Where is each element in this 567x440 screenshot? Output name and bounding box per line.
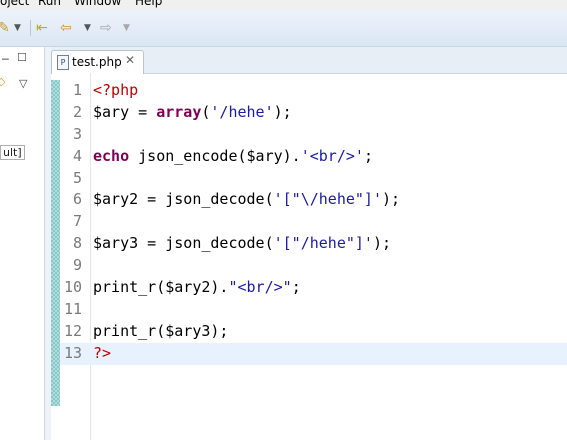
code-token: $ary3 [93,234,139,253]
code-text: echo json_encode($ary).'<br/>'; [93,146,373,168]
line-number: 2 [72,102,82,121]
menu-help[interactable]: Help [135,0,162,8]
editor-tab-bar: P test.php ✕ [51,47,567,74]
code-token: print_r( [93,278,166,297]
code-line[interactable]: 10 print_r($ary2)."<br/>"; [60,277,567,299]
code-token: "<br/>" [228,278,292,297]
change-indicator-bar [51,80,60,406]
code-token: '["/hehe"]' [273,234,373,253]
code-text: <?php [93,80,138,102]
code-text: ?> [93,343,111,365]
code-token: <?php [93,81,139,99]
code-token: print_r( [93,321,166,340]
line-number: 5 [72,168,82,187]
code-text: $ary2 = json_decode('["\/hehe"]'); [93,189,400,211]
code-token: $ary [93,102,130,121]
code-token: json_encode( [129,146,247,165]
code-area[interactable]: 1 <?php 2 $ary = array('/hehe'); 3 4 echo json… [60,80,567,365]
code-line[interactable]: 1 <?php [60,80,567,102]
code-line[interactable]: 13 ?> [60,342,567,365]
forward-dropdown-icon[interactable]: ▼ [123,20,130,36]
forward-icon[interactable]: ⇨ [100,20,112,36]
diamond-icon: ◇ [0,75,6,88]
maximize-icon[interactable]: ☐ [17,51,27,64]
code-token: $ary2 [93,190,139,209]
code-token: = json_decode( [138,190,274,209]
line-number: 3 [72,124,82,143]
code-token: $ary [246,146,283,165]
line-number: 4 [72,146,82,165]
code-token: = [129,102,157,121]
code-line[interactable]: 8 $ary3 = json_decode('["/hehe"]'); [60,233,567,255]
code-token: echo [93,146,130,165]
code-token: ?> [93,343,112,362]
toolbar: ✎ ▼ ⇤ ⇦ ▼ ⇨ ▼ [0,10,567,47]
pencil-icon[interactable]: ✎ [0,20,10,36]
outline-pane: ─ ☐ ◇ ▽ ult] [0,47,45,440]
php-file-icon: P [57,55,69,70]
back-icon[interactable]: ⇦ [60,20,72,36]
view-menu-icon[interactable]: ▽ [19,77,27,90]
line-number: 9 [72,256,82,275]
code-line[interactable]: 6 $ary2 = json_decode('["\/hehe"]'); [60,189,567,211]
tab-test-php[interactable]: P test.php ✕ [51,50,144,74]
menu-project[interactable]: oject [0,0,29,8]
back-dropdown-icon[interactable]: ▼ [84,20,91,36]
code-token: '["\/hehe"]' [273,190,382,209]
code-token: '<br/>' [300,146,364,165]
line-number: 6 [72,190,82,209]
last-edit-icon[interactable]: ⇤ [36,20,48,36]
code-token: ); [372,234,392,253]
code-token: ; [363,146,373,165]
dropdown-icon[interactable]: ▼ [14,20,21,36]
line-number: 11 [63,299,82,318]
menu-run[interactable]: Run [38,0,61,8]
code-line[interactable]: 12 print_r($ary3); [60,321,567,343]
code-token: $ary2 [165,278,211,297]
code-line[interactable]: 2 $ary = array('/hehe'); [60,102,567,124]
code-token: ). [282,146,301,165]
line-number: 10 [63,278,82,297]
line-number: 8 [72,234,82,253]
line-number: 12 [63,321,82,340]
tab-title: test.php [72,55,122,69]
code-token: '/hehe' [210,102,274,121]
code-token: ). [210,278,229,297]
code-token: $ary3 [165,321,211,340]
code-token: ); [210,321,229,340]
code-text: $ary3 = json_decode('["/hehe"]'); [93,233,391,255]
menu-window[interactable]: Window [74,0,121,8]
code-line[interactable]: 7 [60,211,567,233]
minimize-icon[interactable]: ─ [2,53,9,66]
code-token: = json_decode( [138,234,274,253]
code-token: ); [382,190,401,209]
code-text: print_r($ary2)."<br/>"; [93,277,301,299]
outline-item-label[interactable]: ult] [0,145,25,160]
code-token: array [156,102,202,121]
code-text: print_r($ary3); [93,321,228,343]
toolbar-separator [30,20,31,36]
code-line[interactable]: 4 echo json_encode($ary).'<br/>'; [60,146,567,168]
line-number: 7 [72,212,82,231]
code-token: ); [273,102,292,121]
code-token: ; [291,278,301,297]
line-number: 1 [72,81,82,99]
close-icon[interactable]: ✕ [125,53,135,67]
code-line[interactable]: 9 [60,255,567,277]
code-line[interactable]: 5 [60,168,567,190]
menu-bar: oject Run Window Help [0,0,567,10]
line-number: 13 [63,343,82,362]
code-editor: P test.php ✕ 1 <?php 2 $ary = array('/hehe'… [51,47,567,440]
code-line[interactable]: 3 [60,124,567,146]
code-text: $ary = array('/hehe'); [93,102,292,124]
code-line[interactable]: 11 [60,299,567,321]
